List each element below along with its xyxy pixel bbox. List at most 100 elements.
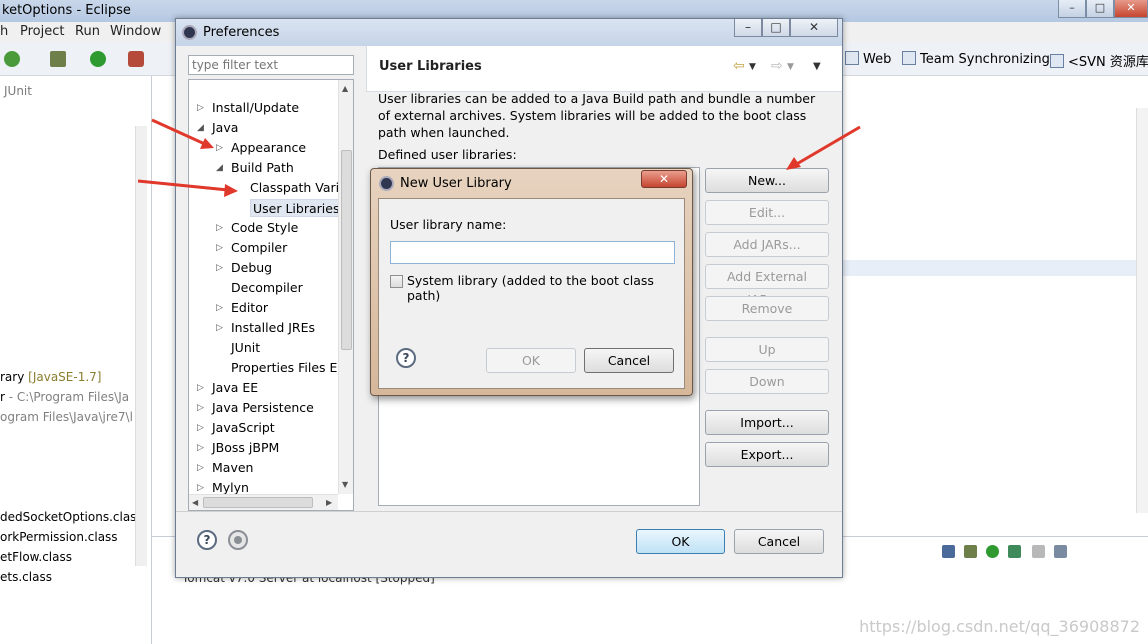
forward-arrow-icon[interactable]: ⇨ — [771, 58, 783, 74]
debug-server-icon[interactable] — [964, 545, 977, 558]
tree-item-junit[interactable]: JUnit — [231, 339, 260, 357]
tree-line-jre7[interactable]: ogram Files\Java\jre7\l — [0, 410, 133, 424]
new-library-cancel-button[interactable]: Cancel — [584, 348, 674, 373]
tree-vertical-scrollbar[interactable]: ▲ ▼ — [338, 80, 353, 494]
tree-item-decompiler[interactable]: Decompiler — [231, 279, 303, 297]
new-library-ok-button[interactable]: OK — [486, 348, 576, 373]
expand-arrow-icon[interactable]: ▷ — [197, 443, 207, 453]
prefs-close-button[interactable]: ✕ — [790, 19, 838, 37]
filter-input[interactable] — [188, 55, 354, 75]
scroll-left-icon[interactable]: ◀ — [192, 498, 198, 507]
expand-arrow-icon[interactable]: ▷ — [197, 463, 207, 473]
tree-line-class[interactable]: ets.class — [0, 570, 52, 584]
add-external-jars-button[interactable]: Add External JARs... — [705, 264, 829, 307]
minimize-button[interactable]: – — [1058, 0, 1086, 18]
tree-line-class[interactable]: etFlow.class — [0, 550, 72, 564]
tree-item-jboss-jbpm[interactable]: JBoss jBPM — [212, 439, 279, 457]
maximize-button[interactable]: □ — [1086, 0, 1114, 18]
add-jars-button[interactable]: Add JARs... — [705, 232, 829, 257]
prefs-minimize-button[interactable]: – — [734, 19, 762, 37]
expand-arrow-icon[interactable]: ▷ — [197, 483, 207, 493]
prefs-maximize-button[interactable]: □ — [762, 19, 790, 37]
record-icon[interactable] — [228, 530, 248, 550]
expand-arrow-icon[interactable]: ▷ — [197, 403, 207, 413]
system-library-checkbox[interactable] — [390, 275, 403, 288]
expand-arrow-icon[interactable]: ▷ — [197, 103, 207, 113]
publish-icon[interactable] — [1054, 545, 1067, 558]
start-server-icon[interactable] — [986, 545, 999, 558]
tree-line-class[interactable]: orkPermission.class — [0, 530, 118, 544]
perspective-team-sync[interactable]: Team Synchronizing — [902, 51, 1050, 67]
back-dropdown-icon[interactable]: ▼ — [749, 62, 756, 72]
menu-item-window[interactable]: Window — [110, 24, 161, 39]
perspective-svn[interactable]: <SVN 资源库研 — [1050, 51, 1148, 70]
tree-scroll-thumb[interactable] — [341, 150, 352, 350]
editor-scrollbar[interactable] — [1136, 108, 1148, 513]
system-library-label[interactable]: System library (added to the boot class … — [407, 273, 684, 303]
ok-button[interactable]: OK — [636, 529, 725, 554]
collapse-arrow-icon[interactable]: ◢ — [197, 123, 207, 133]
back-arrow-icon[interactable]: ⇦ — [733, 58, 745, 74]
tree-line-path[interactable]: r - C:\Program Files\Ja — [0, 390, 129, 404]
tree-line-jre[interactable]: rary [JavaSE-1.7] — [0, 370, 101, 384]
perspective-web[interactable]: Web — [845, 51, 891, 67]
tree-item-java-ee[interactable]: Java EE — [212, 379, 258, 397]
profile-server-icon[interactable] — [1008, 545, 1021, 558]
tree-item-compiler[interactable]: Compiler — [231, 239, 287, 257]
tree-item-maven[interactable]: Maven — [212, 459, 253, 477]
down-button[interactable]: Down — [705, 369, 829, 394]
view-menu-icon[interactable]: ▼ — [813, 61, 821, 72]
remove-button[interactable]: Remove — [705, 296, 829, 321]
tree-item-debug[interactable]: Debug — [231, 259, 272, 277]
tree-item-editor[interactable]: Editor — [231, 299, 268, 317]
tree-item-classpath-varia[interactable]: Classpath Varia — [250, 179, 347, 197]
tree-item-code-style[interactable]: Code Style — [231, 219, 298, 237]
left-scrollbar[interactable] — [135, 126, 147, 566]
tree-horizontal-scrollbar[interactable]: ◀ ▶ — [189, 494, 338, 510]
import-button[interactable]: Import... — [705, 410, 829, 435]
library-name-input[interactable] — [390, 241, 675, 264]
stop-server-icon[interactable] — [1032, 545, 1045, 558]
new-button[interactable]: New... — [705, 168, 829, 193]
tree-item-user-libraries[interactable]: User Libraries — [250, 199, 343, 217]
help-icon[interactable]: ? — [197, 530, 217, 550]
menu-item-project[interactable]: Project — [20, 24, 64, 39]
cancel-button[interactable]: Cancel — [734, 529, 824, 554]
help-icon[interactable]: ? — [396, 348, 416, 368]
expand-arrow-icon[interactable]: ▷ — [216, 323, 226, 333]
scroll-up-icon[interactable]: ▲ — [342, 84, 348, 93]
tree-item-appearance[interactable]: Appearance — [231, 139, 306, 157]
servers-view-icon[interactable] — [942, 545, 955, 558]
expand-arrow-icon[interactable]: ▷ — [216, 243, 226, 253]
export-button[interactable]: Export... — [705, 442, 829, 467]
forward-dropdown-icon[interactable]: ▼ — [787, 62, 794, 72]
tree-item-java-persistence[interactable]: Java Persistence — [212, 399, 314, 417]
external-tools-icon[interactable] — [128, 51, 144, 67]
close-icon[interactable]: ✕ — [641, 170, 687, 188]
scroll-right-icon[interactable]: ▶ — [326, 498, 332, 507]
tree-hscroll-thumb[interactable] — [203, 497, 313, 508]
tree-item-installed-jres[interactable]: Installed JREs — [231, 319, 315, 337]
tree-item-build-path[interactable]: Build Path — [231, 159, 294, 177]
tree-item-java[interactable]: Java — [212, 119, 238, 137]
new-java-icon[interactable] — [4, 51, 20, 67]
expand-arrow-icon[interactable]: ▷ — [197, 383, 207, 393]
collapse-arrow-icon[interactable]: ◢ — [216, 163, 226, 173]
expand-arrow-icon[interactable]: ▷ — [216, 223, 226, 233]
menu-item-run[interactable]: Run — [75, 24, 100, 39]
debug-icon[interactable] — [50, 51, 66, 67]
up-button[interactable]: Up — [705, 337, 829, 362]
tree-item-install-update[interactable]: Install/Update — [212, 99, 299, 117]
edit-button[interactable]: Edit... — [705, 200, 829, 225]
scroll-down-icon[interactable]: ▼ — [342, 480, 348, 489]
junit-tab[interactable]: JUnit — [4, 84, 32, 98]
expand-arrow-icon[interactable]: ▷ — [197, 423, 207, 433]
tree-item-javascript[interactable]: JavaScript — [212, 419, 275, 437]
tree-line-class[interactable]: dedSocketOptions.clas — [0, 510, 136, 524]
menu-item-help[interactable]: h — [0, 24, 8, 39]
close-button[interactable]: ✕ — [1114, 0, 1148, 18]
tree-item-properties-files-ed[interactable]: Properties Files Ed — [231, 359, 345, 377]
expand-arrow-icon[interactable]: ▷ — [216, 303, 226, 313]
expand-arrow-icon[interactable]: ▷ — [216, 263, 226, 273]
expand-arrow-icon[interactable]: ▷ — [216, 143, 226, 153]
